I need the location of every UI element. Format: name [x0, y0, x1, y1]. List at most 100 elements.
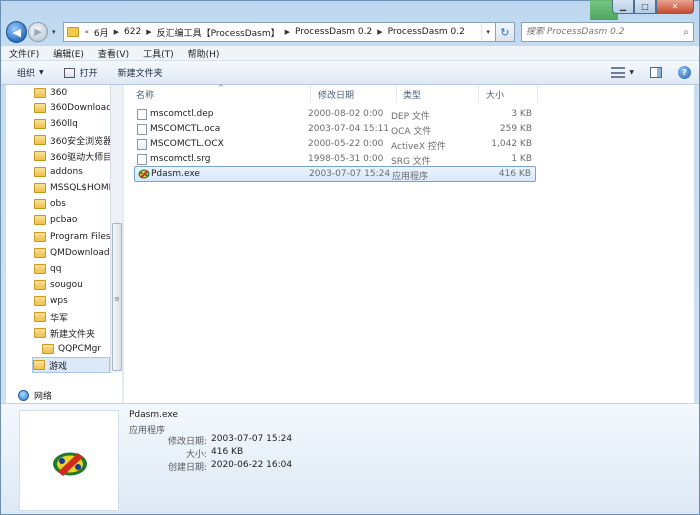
sidebar-item-label: QMDownload — [50, 248, 110, 258]
application-icon — [138, 168, 150, 179]
sidebar-item-label: 360 — [50, 88, 68, 98]
sidebar-item-pcbao[interactable]: pcbao — [34, 212, 77, 228]
file-icon — [137, 124, 147, 135]
minimize-button[interactable]: ▁ — [612, 0, 634, 14]
column-divider[interactable] — [396, 85, 397, 102]
file-type: ActiveX 控件 — [391, 142, 446, 152]
column-divider[interactable] — [537, 85, 538, 102]
chevron-down-icon[interactable]: ▾ — [480, 23, 495, 41]
navigation-pane: 360 360Downloads 360llq 360安全浏览器下 360驱动大… — [6, 85, 110, 373]
file-thumbnail — [19, 410, 119, 511]
file-row-selected[interactable]: Pdasm.exe 2003-07-07 15:24 应用程序 416 KB — [134, 166, 536, 182]
sidebar-item-label: 游戏 — [49, 361, 68, 372]
menu-tools[interactable]: 工具(T) — [143, 47, 174, 60]
help-icon[interactable]: ? — [678, 66, 691, 79]
sidebar-item-addons[interactable]: addons — [34, 164, 83, 180]
history-dropdown-icon[interactable]: ▾ — [49, 28, 59, 36]
breadcrumb-separator-icon[interactable]: ▶ — [144, 28, 153, 36]
folder-icon — [34, 135, 46, 145]
sidebar-item-new-folder[interactable]: 新建文件夹 — [34, 325, 95, 341]
column-headers: 名称 ^ 修改日期 类型 大小 — [124, 84, 694, 102]
file-icon — [137, 109, 147, 120]
breadcrumb-segment[interactable]: ProcessDasm 0.2 — [385, 27, 468, 37]
view-details-icon[interactable] — [611, 67, 626, 78]
folder-icon — [34, 232, 46, 242]
navigation-scrollbar[interactable]: ≡ — [110, 85, 122, 373]
details-modified-label: 修改日期: — [167, 437, 207, 447]
organize-label: 组织 — [17, 69, 36, 79]
sidebar-item-qq[interactable]: qq — [34, 261, 61, 277]
column-divider[interactable] — [478, 85, 479, 102]
file-size: 1,042 KB — [491, 139, 532, 149]
close-button[interactable]: ✕ — [656, 0, 694, 14]
column-header-size[interactable]: 大小 — [486, 88, 504, 101]
folder-icon — [33, 360, 45, 370]
sidebar-item-qmdownload[interactable]: QMDownload — [34, 245, 110, 261]
search-icon[interactable]: ⌕ — [683, 27, 689, 38]
breadcrumb-separator-icon[interactable]: ▶ — [112, 28, 121, 36]
open-button[interactable]: 打开 — [63, 66, 98, 79]
file-name: MSCOMCTL.oca — [150, 124, 221, 134]
forward-button[interactable]: ▶ — [28, 22, 48, 42]
chevron-down-icon: ▼ — [39, 69, 44, 76]
column-header-date[interactable]: 修改日期 — [318, 88, 354, 101]
menu-edit[interactable]: 编辑(E) — [53, 47, 84, 60]
sidebar-item-network[interactable]: 网络 — [18, 389, 52, 402]
sidebar-item-360-browser[interactable]: 360安全浏览器下 — [34, 132, 110, 148]
sidebar-item-360downloads[interactable]: 360Downloads — [34, 100, 110, 116]
breadcrumb-segment[interactable]: 622 — [121, 27, 144, 37]
sidebar-item-360llq[interactable]: 360llq — [34, 116, 78, 132]
breadcrumb-segment[interactable]: ProcessDasm 0.2 — [292, 27, 375, 37]
sidebar-item-wps[interactable]: wps — [34, 293, 68, 309]
menu-view[interactable]: 查看(V) — [98, 47, 129, 60]
sort-ascending-icon: ^ — [218, 84, 224, 92]
column-header-name[interactable]: 名称 — [136, 88, 154, 101]
sidebar-item-sougou[interactable]: sougou — [34, 277, 83, 293]
details-size-label: 大小: — [185, 450, 207, 460]
column-header-type[interactable]: 类型 — [403, 88, 421, 101]
navigation-row: ◀ ▶ ▾ « 6月 ▶ 622 ▶ 反汇编工具【ProcessDasm】 ▶ … — [6, 20, 694, 44]
sidebar-item-360-driver[interactable]: 360驱动大师目录 — [34, 148, 110, 164]
sidebar-item-label: sougou — [50, 280, 83, 290]
address-bar[interactable]: « 6月 ▶ 622 ▶ 反汇编工具【ProcessDasm】 ▶ Proces… — [62, 22, 496, 42]
column-divider[interactable] — [310, 85, 311, 102]
organize-button[interactable]: 组织 ▼ — [17, 66, 44, 79]
back-button[interactable]: ◀ — [6, 21, 28, 43]
menu-help[interactable]: 帮助(H) — [188, 47, 220, 60]
breadcrumb-separator-icon[interactable]: ▶ — [375, 28, 384, 36]
sidebar-item-qqpcmgr[interactable]: QQPCMgr — [42, 341, 101, 357]
refresh-button[interactable]: ↻ — [495, 22, 516, 42]
file-row[interactable]: mscomctl.srg 1998-05-31 0:00 SRG 文件 1 KB — [134, 152, 536, 167]
history-chevron[interactable]: « — [83, 28, 91, 36]
menu-file[interactable]: 文件(F) — [9, 47, 39, 60]
new-folder-button[interactable]: 新建文件夹 — [118, 66, 163, 79]
activex-icon — [137, 139, 147, 150]
sidebar-item-label: addons — [50, 167, 83, 177]
preview-pane-icon[interactable] — [650, 67, 662, 78]
sidebar-item-obs[interactable]: obs — [34, 196, 66, 212]
breadcrumb-segment[interactable]: 6月 — [91, 26, 112, 39]
sidebar-item-label: obs — [50, 199, 66, 209]
file-row[interactable]: MSCOMCTL.OCX 2000-05-22 0:00 ActiveX 控件 … — [134, 137, 536, 152]
details-modified-value: 2003-07-07 15:24 — [211, 434, 293, 444]
folder-icon — [42, 344, 54, 354]
search-input[interactable] — [526, 27, 677, 37]
view-dropdown-icon[interactable]: ▼ — [629, 69, 634, 76]
sidebar-item-huajun[interactable]: 华军 — [34, 309, 68, 325]
breadcrumb-segment[interactable]: 反汇编工具【ProcessDasm】 — [154, 26, 283, 39]
sidebar-item-label: 网络 — [34, 392, 53, 402]
sidebar-item-program-files[interactable]: Program Files ( — [34, 229, 110, 245]
file-date: 2003-07-07 15:24 — [309, 169, 391, 179]
file-list: 名称 ^ 修改日期 类型 大小 mscomctl.dep 2000-08-02 … — [124, 84, 694, 403]
sidebar-item-label: 360安全浏览器下 — [50, 136, 110, 147]
sidebar-item-mssql-home[interactable]: MSSQL$HOME — [34, 180, 110, 196]
search-box[interactable]: ⌕ — [521, 22, 694, 42]
sidebar-item-games[interactable]: 游戏 — [32, 357, 110, 373]
maximize-button[interactable]: □ — [634, 0, 656, 14]
details-created-label: 创建日期: — [167, 463, 207, 473]
file-row[interactable]: MSCOMCTL.oca 2003-07-04 15:11 OCA 文件 259… — [134, 122, 536, 137]
breadcrumb-separator-icon[interactable]: ▶ — [283, 28, 292, 36]
open-icon — [63, 67, 75, 78]
file-row[interactable]: mscomctl.dep 2000-08-02 0:00 DEP 文件 3 KB — [134, 107, 536, 122]
sidebar-item-360[interactable]: 360 — [34, 85, 67, 101]
